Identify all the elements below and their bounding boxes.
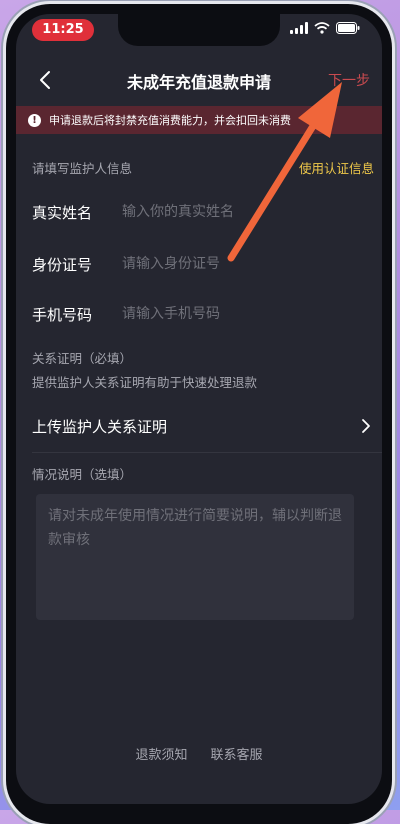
nav-bar: 未成年充值退款申请 下一步 — [16, 60, 382, 100]
warning-banner: ! 申请退款后将封禁充值消费能力，并会扣回未消费 — [16, 106, 382, 134]
phone-number-row: 手机号码 — [16, 294, 382, 334]
wifi-icon — [314, 22, 330, 34]
relation-proof-heading: 关系证明（必填） — [32, 351, 133, 366]
relation-proof-hint: 提供监护人关系证明有助于快速处理退款 — [32, 375, 258, 390]
situation-heading: 情况说明（选填） — [32, 467, 133, 482]
next-step-button[interactable]: 下一步 — [328, 70, 370, 90]
app-screen: 11:25 未成年充值退款申请 下一步 ! 申请退款后将封禁充值消费能力，并会扣… — [16, 14, 382, 804]
status-time: 11:25 — [32, 19, 94, 41]
phone-number-input[interactable] — [122, 300, 362, 328]
notch — [118, 14, 280, 46]
id-number-input[interactable] — [122, 250, 362, 278]
real-name-label: 真实姓名 — [32, 204, 93, 222]
use-certified-info-link[interactable]: 使用认证信息 — [299, 158, 374, 177]
warning-text: 申请退款后将封禁充值消费能力，并会扣回未消费 — [49, 114, 291, 127]
chevron-right-icon — [360, 418, 372, 438]
contact-support-link[interactable]: 联系客服 — [211, 748, 263, 763]
battery-icon — [336, 22, 360, 34]
guardian-info-heading: 请填写监护人信息 — [32, 161, 133, 176]
upload-relation-proof-row[interactable]: 上传监护人关系证明 — [16, 406, 382, 446]
refund-notice-link[interactable]: 退款须知 — [135, 748, 187, 763]
status-icons — [290, 22, 360, 34]
id-number-row: 身份证号 — [16, 244, 382, 284]
signal-icon — [290, 22, 308, 34]
upload-relation-proof-label: 上传监护人关系证明 — [32, 418, 168, 436]
situation-textarea[interactable] — [36, 494, 354, 620]
id-number-label: 身份证号 — [32, 256, 93, 274]
divider — [32, 452, 382, 453]
real-name-row: 真实姓名 — [16, 192, 382, 232]
real-name-input[interactable] — [122, 198, 362, 226]
phone-number-label: 手机号码 — [32, 306, 93, 324]
footer-links: 退款须知 联系客服 — [16, 744, 382, 763]
phone-frame: 11:25 未成年充值退款申请 下一步 ! 申请退款后将封禁充值消费能力，并会扣… — [6, 4, 392, 824]
warning-icon: ! — [28, 113, 41, 127]
